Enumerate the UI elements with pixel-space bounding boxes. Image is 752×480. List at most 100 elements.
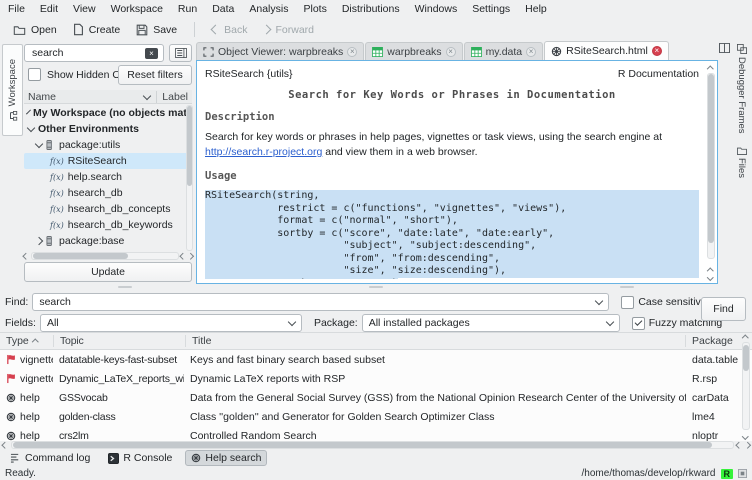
find-combobox[interactable]: search: [32, 293, 609, 311]
tab-object-viewer-warpbreaks[interactable]: Object Viewer: warpbreaks ×: [196, 42, 364, 60]
fuzzy-matching-checkbox[interactable]: [632, 317, 645, 330]
r-engine-badge[interactable]: R: [721, 469, 734, 479]
create-button[interactable]: Create: [66, 20, 128, 39]
frames-icon: [737, 44, 747, 54]
scroll-up-icon[interactable]: [707, 66, 713, 72]
r-console-tab[interactable]: R Console: [103, 451, 177, 465]
scroll-left-icon[interactable]: [180, 253, 186, 259]
menu-file[interactable]: File: [8, 3, 25, 15]
menu-run[interactable]: Run: [178, 3, 197, 15]
menu-windows[interactable]: Windows: [415, 3, 458, 15]
scroll-up-icon[interactable]: [742, 335, 748, 341]
tree-item-my-workspace[interactable]: My Workspace (no objects matching filter…: [24, 105, 192, 121]
object-list-header: Name Label: [24, 90, 192, 104]
workspace-tool-tab[interactable]: Workspace: [2, 44, 23, 136]
reset-filters-button[interactable]: Reset filters: [118, 65, 192, 85]
package-combobox[interactable]: All installed packages: [362, 314, 620, 332]
result-row[interactable]: help GSSvocab Data from the General Soci…: [0, 388, 752, 407]
menu-workspace[interactable]: Workspace: [111, 3, 163, 15]
scroll-down-icon[interactable]: [742, 433, 748, 439]
close-tab-icon[interactable]: ×: [652, 46, 662, 56]
topic-column-header[interactable]: Topic: [54, 335, 185, 347]
case-sensitive-checkbox[interactable]: [621, 296, 634, 309]
label-column-header[interactable]: Label: [156, 91, 188, 103]
rkward-window: File Edit View Workspace Run Data Analys…: [0, 0, 752, 480]
tab-warpbreaks[interactable]: warpbreaks ×: [365, 42, 462, 60]
tree-item-help-search[interactable]: f(x) help.search: [24, 169, 192, 185]
menu-distributions[interactable]: Distributions: [342, 3, 400, 15]
close-tab-icon[interactable]: ×: [347, 47, 357, 57]
results-scrollbar-thumb[interactable]: [743, 345, 749, 371]
help-search-tab[interactable]: Help search: [185, 450, 267, 466]
tab-my-data[interactable]: my.data ×: [464, 42, 544, 60]
function-icon: f(x): [50, 157, 64, 166]
results-vertical-scrollbar[interactable]: [740, 334, 750, 438]
title-column-header[interactable]: Title: [186, 335, 685, 347]
tree-item-package-base[interactable]: package:base: [24, 233, 192, 249]
tree-item-other-environments[interactable]: Other Environments: [24, 121, 192, 137]
scroll-left-icon[interactable]: [23, 253, 29, 259]
split-view-button[interactable]: [719, 43, 730, 53]
vignette-icon: [6, 354, 16, 365]
collapse-icon[interactable]: [27, 124, 35, 132]
result-row[interactable]: help golden-class Class ''golden'' and G…: [0, 407, 752, 426]
status-stop-icon[interactable]: [738, 469, 747, 478]
menu-edit[interactable]: Edit: [40, 3, 58, 15]
tree-horizontal-scrollbar[interactable]: [24, 252, 192, 260]
find-button[interactable]: Find: [701, 297, 746, 321]
debugger-frames-tool-tab[interactable]: Debugger Frames: [733, 44, 750, 134]
type-column-header[interactable]: Type: [0, 335, 53, 347]
save-button[interactable]: Save: [129, 21, 184, 39]
workspace-search-field[interactable]: ×: [24, 44, 164, 62]
close-tab-icon[interactable]: ×: [526, 47, 536, 57]
menu-view[interactable]: View: [73, 3, 96, 15]
open-button[interactable]: Open: [6, 21, 64, 39]
sort-dropdown-icon[interactable]: [143, 91, 151, 99]
command-log-tab[interactable]: Command log: [5, 451, 95, 465]
menu-settings[interactable]: Settings: [472, 3, 510, 15]
scroll-left-icon[interactable]: [736, 442, 742, 448]
update-button[interactable]: Update: [24, 262, 192, 282]
menu-plots[interactable]: Plots: [303, 3, 326, 15]
workspace-search-input[interactable]: [30, 46, 134, 60]
result-row[interactable]: vignette datatable-keys-fast-subset Keys…: [0, 350, 752, 369]
scroll-right-icon[interactable]: [744, 442, 750, 448]
menu-data[interactable]: Data: [212, 3, 234, 15]
collapse-icon[interactable]: [35, 140, 43, 148]
tree-item-hsearch-db[interactable]: f(x) hsearch_db: [24, 185, 192, 201]
doc-scrollbar-thumb[interactable]: [708, 74, 714, 243]
files-tool-tab[interactable]: Files: [733, 146, 750, 178]
tree-horizontal-scrollbar-thumb[interactable]: [33, 253, 128, 259]
menu-help[interactable]: Help: [525, 3, 547, 15]
back-button[interactable]: Back: [205, 21, 254, 39]
name-column-header[interactable]: Name: [28, 91, 56, 103]
package-combobox-value: All installed packages: [369, 317, 470, 329]
close-tab-icon[interactable]: ×: [446, 47, 456, 57]
expand-icon[interactable]: [35, 237, 43, 245]
tree-item-hsearch-db-keywords[interactable]: f(x) hsearch_db_keywords: [24, 217, 192, 233]
usage-code-block[interactable]: RSiteSearch(string, restrict = c("functi…: [205, 190, 699, 279]
column-config-button[interactable]: [169, 44, 192, 62]
tree-item-package-utils[interactable]: package:utils: [24, 137, 192, 153]
result-row[interactable]: vignette Dynamic_LaTeX_reports_with_RSP …: [0, 369, 752, 388]
scroll-down-icon[interactable]: [707, 274, 713, 280]
tree-vertical-scrollbar-thumb[interactable]: [187, 106, 192, 186]
forward-button[interactable]: Forward: [256, 21, 321, 39]
function-icon: f(x): [50, 189, 64, 198]
clear-search-icon[interactable]: ×: [145, 48, 158, 59]
tree-item-rsitesearch[interactable]: f(x) RSiteSearch: [24, 153, 192, 169]
tab-rsitesearch-html[interactable]: RSiteSearch.html ×: [544, 41, 669, 60]
scroll-left-icon[interactable]: [2, 442, 8, 448]
results-horizontal-scrollbar-thumb[interactable]: [13, 442, 713, 448]
search-r-project-link[interactable]: http://search.r-project.org: [205, 146, 322, 158]
results-horizontal-scrollbar[interactable]: [3, 441, 749, 449]
menu-analysis[interactable]: Analysis: [249, 3, 288, 15]
collapse-icon[interactable]: [26, 110, 31, 115]
scroll-right-icon[interactable]: [187, 253, 193, 259]
tree-vertical-scrollbar[interactable]: [186, 105, 193, 251]
fields-combobox[interactable]: All: [40, 314, 302, 332]
horizontal-splitter[interactable]: [0, 284, 752, 290]
show-hidden-checkbox[interactable]: [28, 68, 41, 81]
doc-vertical-scrollbar[interactable]: [705, 63, 715, 281]
tree-item-hsearch-db-concepts[interactable]: f(x) hsearch_db_concepts: [24, 201, 192, 217]
